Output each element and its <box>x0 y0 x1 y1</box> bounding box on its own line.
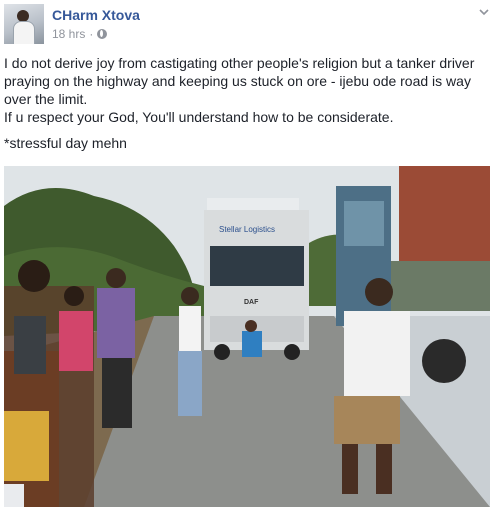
post-paragraph-3: *stressful day mehn <box>4 135 127 151</box>
post-text: I do not derive joy from castigating oth… <box>4 54 490 152</box>
meta-separator: · <box>89 27 94 41</box>
facebook-post: CHarm Xtova 18 hrs · I do not derive joy… <box>0 0 494 507</box>
post-paragraph-1: I do not derive joy from castigating oth… <box>4 55 475 107</box>
author-avatar[interactable] <box>4 4 44 44</box>
post-timestamp[interactable]: 18 hrs <box>52 27 85 41</box>
post-meta: 18 hrs · <box>52 27 108 41</box>
globe-icon <box>97 29 108 39</box>
truck-brand: DAF <box>244 299 259 306</box>
post-paragraph-2: If u respect your God, You'll understand… <box>4 109 394 125</box>
chevron-down-icon[interactable] <box>478 6 490 18</box>
avatar-body <box>13 21 35 44</box>
post-photo[interactable]: Stellar Logistics DAF <box>4 166 490 507</box>
author-name[interactable]: CHarm Xtova <box>52 7 140 23</box>
truck-sign: Stellar Logistics <box>219 225 275 234</box>
